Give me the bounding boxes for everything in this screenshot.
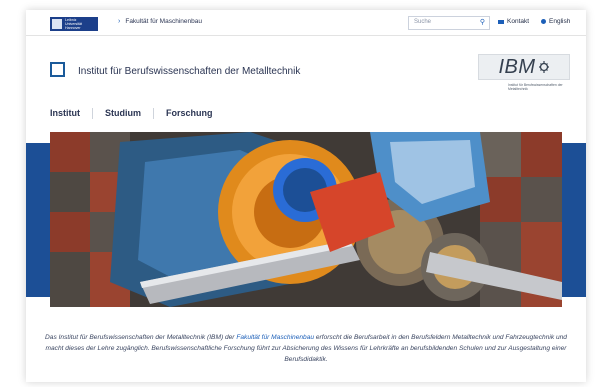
contact-link[interactable]: Kontakt: [498, 18, 529, 25]
institute-title[interactable]: Institut für Berufswissenschaften der Me…: [78, 66, 300, 77]
search-placeholder: Suche: [414, 19, 432, 25]
university-logo-text: Leibniz Universität Hannover: [65, 18, 82, 30]
ibm-logo-wordmark: IBM: [498, 55, 536, 78]
search-input[interactable]: Suche ⚲: [408, 16, 490, 30]
university-logo[interactable]: Leibniz Universität Hannover: [50, 17, 98, 31]
globe-icon: [541, 19, 546, 24]
hero-image: [50, 132, 562, 307]
breadcrumb-link[interactable]: Fakultät für Maschinenbau: [125, 18, 202, 25]
language-switch[interactable]: English: [541, 18, 570, 25]
institute-logo-square: [50, 62, 65, 77]
gearbox-illustration: [50, 132, 562, 307]
chevron-right-icon: ›: [118, 18, 121, 25]
intro-paragraph: Das Institut für Berufswissenschaften de…: [45, 334, 567, 363]
nav-item-institut[interactable]: Institut: [50, 108, 93, 119]
page-container: Leibniz Universität Hannover › Fakultät …: [26, 10, 586, 382]
envelope-icon: [498, 19, 504, 24]
top-bar: Leibniz Universität Hannover › Fakultät …: [26, 10, 586, 36]
ibm-logo[interactable]: IBM Institut für Berufswissenschaften de…: [478, 54, 574, 104]
nav-item-forschung[interactable]: Forschung: [154, 108, 225, 119]
faculty-link[interactable]: Fakultät für Maschinenbau: [236, 334, 314, 341]
nav-item-studium[interactable]: Studium: [93, 108, 154, 119]
university-logo-icon: [52, 19, 62, 29]
breadcrumb: › Fakultät für Maschinenbau: [118, 18, 202, 25]
ibm-logo-subtitle: Institut für Berufswissenschaften der Me…: [508, 83, 563, 91]
main-navigation: Institut Studium Forschung: [50, 108, 225, 119]
gear-icon: [538, 61, 549, 73]
search-icon[interactable]: ⚲: [480, 18, 485, 26]
